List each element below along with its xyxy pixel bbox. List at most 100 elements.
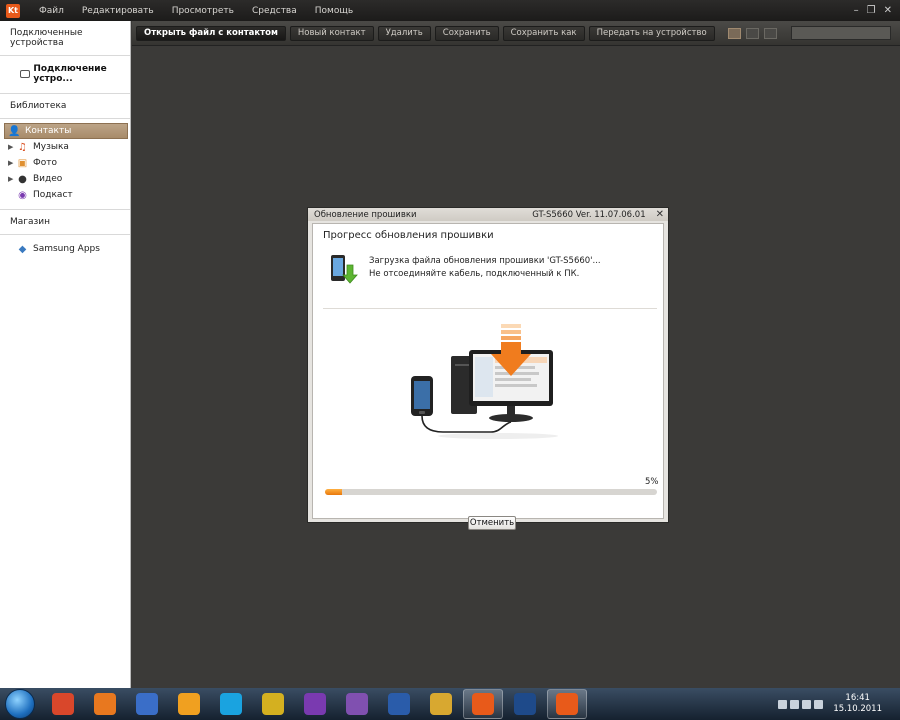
firmware-version: GT-S5660 Ver. 11.07.06.01	[532, 209, 646, 220]
sidebar-item-label: Контакты	[25, 126, 72, 136]
menu-bar: Kt Файл Редактировать Просмотреть Средства П…	[0, 0, 900, 21]
save-disk-icon	[136, 693, 158, 715]
main-menu: Файл Редактировать Просмотреть Средства Помо…	[30, 6, 362, 16]
chevron-right-icon[interactable]: ▶	[8, 159, 17, 167]
store-heading: Магазин	[10, 217, 51, 227]
app-logo: Kt	[6, 3, 20, 18]
toolbar-button-0[interactable]: Открыть файл с контактом	[136, 25, 286, 41]
toolbar-button-4[interactable]: Сохранить как	[502, 25, 585, 41]
sidebar-item-photo[interactable]: ▶ ▣ Фото	[0, 155, 130, 171]
taskbar-app-0[interactable]	[43, 689, 83, 719]
samsung-apps-icon: ◆	[18, 243, 27, 255]
tray-icons	[778, 699, 824, 709]
contacts-icon: 👤	[8, 125, 21, 137]
dialog-body: Прогресс обновления прошивки Загрузка фа…	[312, 223, 664, 530]
toolbar-button-2[interactable]: Удалить	[377, 25, 431, 41]
taskbar: 16:41 15.10.2011	[0, 688, 900, 720]
taskbar-app-12[interactable]	[547, 689, 587, 719]
minimize-icon[interactable]: –	[854, 5, 859, 16]
firmware-update-dialog: Обновление прошивки GT-S5660 Ver. 11.07.…	[307, 207, 669, 530]
store-list: ◆ Samsung Apps	[0, 235, 130, 257]
library-heading: Библиотека	[10, 101, 67, 111]
picasa-icon	[304, 693, 326, 715]
sidebar-item-label: Видео	[33, 174, 63, 184]
phone-download-icon	[331, 255, 358, 284]
taskbar-app-5[interactable]	[253, 689, 293, 719]
window-controls: – ❐ ✕	[854, 5, 892, 16]
chevron-right-icon[interactable]: ▶	[8, 175, 17, 183]
taskbar-app-1[interactable]	[85, 689, 125, 719]
search-input[interactable]	[791, 26, 891, 40]
sidebar-item-podcast[interactable]: ◉ Подкаст	[0, 187, 130, 203]
sidebar-item-music[interactable]: ▶ ♫ Музыка	[0, 139, 130, 155]
progress-bar	[325, 489, 657, 495]
chrome-icon	[52, 693, 74, 715]
taskbar-app-3[interactable]	[169, 689, 209, 719]
music-icon: ♫	[18, 141, 27, 153]
winamp-icon	[262, 693, 284, 715]
sidebar-item-label: Музыка	[33, 142, 69, 152]
skype-icon	[220, 693, 242, 715]
network-icon[interactable]	[802, 699, 812, 709]
menu-item-0[interactable]: Файл	[30, 6, 73, 16]
taskbar-app-7[interactable]	[337, 689, 377, 719]
cancel-button[interactable]: Отменить	[468, 516, 516, 530]
photoshop-icon	[514, 693, 536, 715]
toolbar-button-1[interactable]: Новый контакт	[289, 25, 374, 41]
photo-icon: ▣	[17, 157, 28, 169]
card-view-icon[interactable]	[764, 27, 777, 39]
taskbar-app-2[interactable]	[127, 689, 167, 719]
chevron-right-icon[interactable]: ▶	[8, 143, 17, 151]
phone-to-pc-illustration	[411, 324, 558, 439]
progress-fill	[325, 489, 342, 495]
message-line-1: Загрузка файла обновления прошивки 'GT-S…	[369, 256, 601, 266]
system-tray: 16:41 15.10.2011	[778, 693, 882, 715]
word-icon	[388, 693, 410, 715]
start-button[interactable]	[5, 689, 35, 719]
menu-item-1[interactable]: Редактировать	[73, 6, 163, 16]
view-switcher	[728, 27, 777, 39]
toolbar: Открыть файл с контактом Новый контакт Уда…	[132, 21, 900, 46]
taskbar-app-6[interactable]	[295, 689, 335, 719]
message-line-2: Не отсоединяйте кабель, подключенный к П…	[369, 269, 580, 279]
taskbar-apps	[43, 689, 589, 719]
menu-item-4[interactable]: Помощь	[306, 6, 362, 16]
library-list: 👤 Контакты ▶ ♫ Музыка ▶ ▣ Фото ▶ ● Видео ◉ Подкаст	[0, 119, 130, 209]
taskbar-app-10[interactable]	[463, 689, 503, 719]
divider	[323, 308, 657, 309]
dialog-heading: Прогресс обновления прошивки	[323, 230, 494, 241]
sidebar-item-device[interactable]: Подключение устро...	[0, 56, 130, 93]
menu-item-3[interactable]: Средства	[243, 6, 306, 16]
taskbar-app-9[interactable]	[421, 689, 461, 719]
dialog-close-icon[interactable]: ✕	[656, 209, 664, 220]
sidebar-item-contacts[interactable]: 👤 Контакты	[4, 123, 128, 139]
progress-percent: 5%	[645, 477, 659, 487]
dialog-title: Обновление прошивки	[314, 209, 417, 220]
connected-devices-heading: Подключенные устройства	[10, 28, 83, 48]
taskbar-app-4[interactable]	[211, 689, 251, 719]
taskbar-app-8[interactable]	[379, 689, 419, 719]
clock[interactable]: 16:41 15.10.2011	[833, 693, 882, 715]
sidebar-item-label: Фото	[33, 158, 58, 168]
detail-view-icon[interactable]	[746, 27, 759, 39]
taskbar-app-11[interactable]	[505, 689, 545, 719]
toolbar-button-5[interactable]: Передать на устройство	[588, 25, 715, 41]
firefox-icon	[94, 693, 116, 715]
pidgin-icon	[346, 693, 368, 715]
sidebar: Подключенные устройства Подключение устр…	[0, 21, 131, 688]
dialog-message: Загрузка файла обновления прошивки 'GT-S…	[313, 241, 663, 289]
list-view-icon[interactable]	[728, 27, 741, 39]
sidebar-item-video[interactable]: ▶ ● Видео	[0, 171, 130, 187]
explorer-folder-icon	[430, 693, 452, 715]
language-icon[interactable]	[778, 699, 788, 709]
maximize-icon[interactable]: ❐	[867, 5, 876, 16]
toolbar-button-3[interactable]: Сохранить	[434, 25, 499, 41]
toolbar-buttons: Открыть файл с контактом Новый контакт Уда…	[136, 25, 719, 41]
podcast-icon: ◉	[18, 189, 27, 201]
sidebar-item-label: Samsung Apps	[33, 244, 100, 254]
close-icon[interactable]: ✕	[884, 5, 892, 16]
volume-icon[interactable]	[814, 699, 824, 709]
sidebar-item-samsung-apps[interactable]: ◆ Samsung Apps	[0, 241, 130, 257]
menu-item-2[interactable]: Просмотреть	[163, 6, 243, 16]
arrow-up-icon[interactable]	[790, 699, 800, 709]
